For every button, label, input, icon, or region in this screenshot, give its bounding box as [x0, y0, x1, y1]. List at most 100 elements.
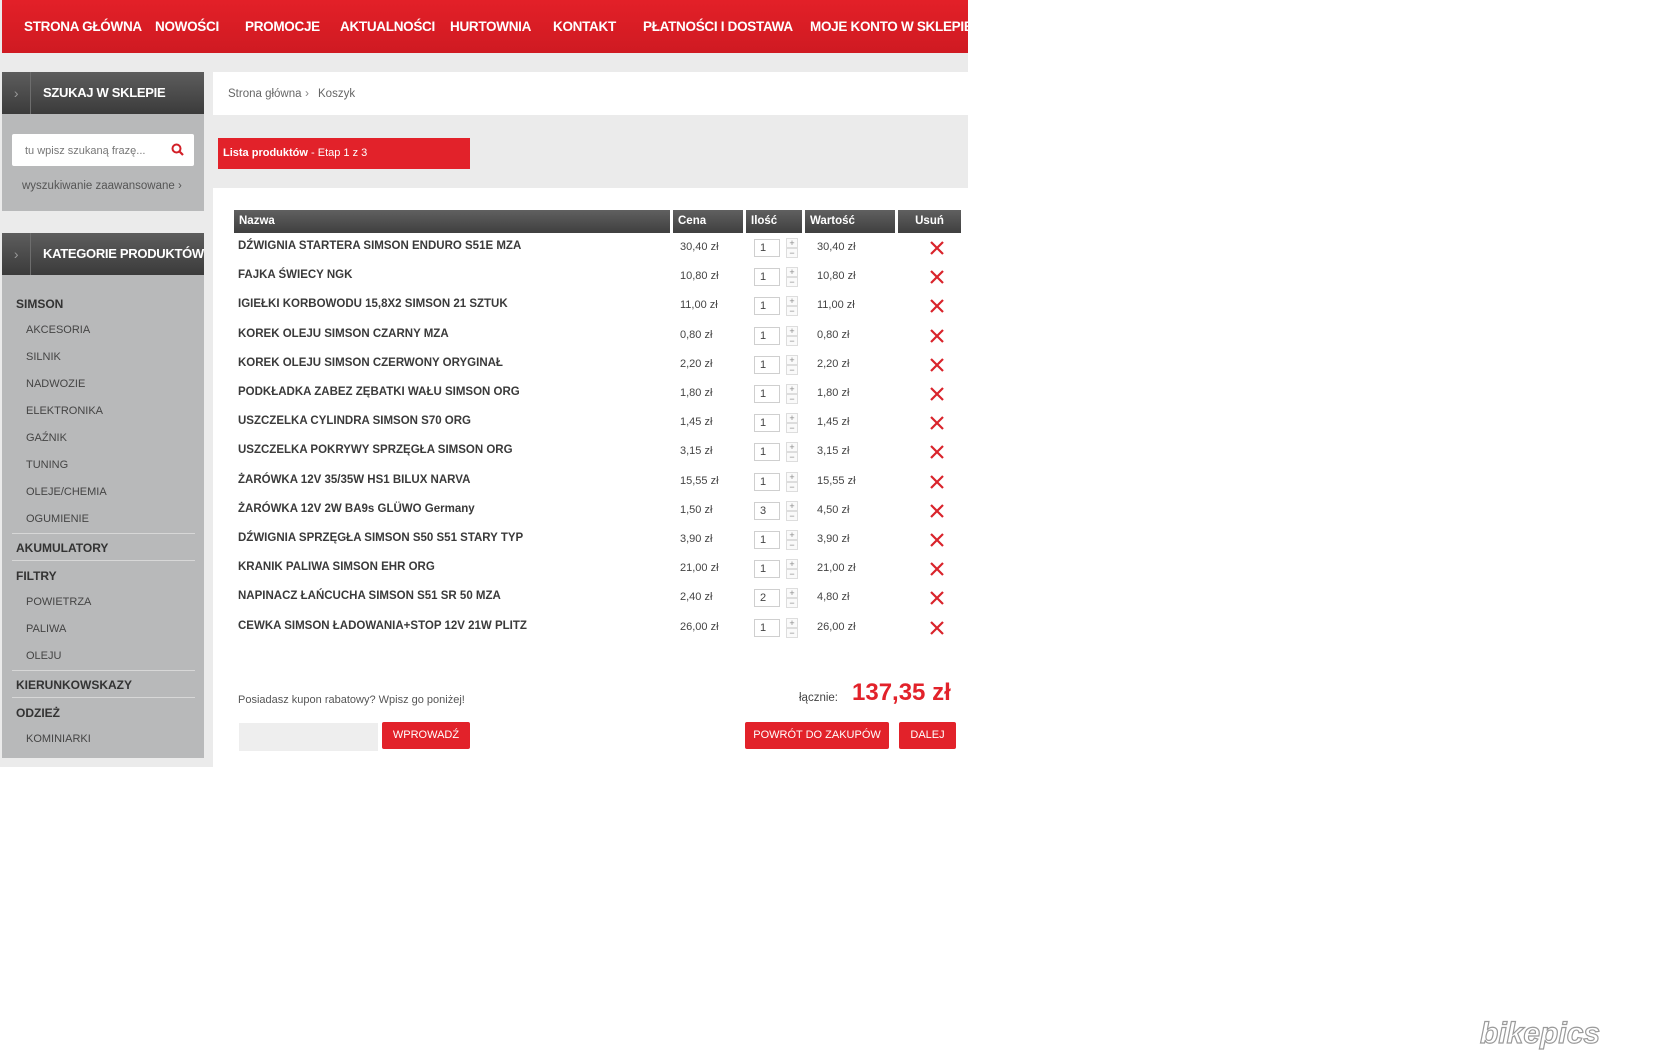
nav-news[interactable]: AKTUALNOŚCI	[340, 0, 435, 53]
quantity-field[interactable]: 3	[754, 502, 780, 520]
quantity-decrease-button[interactable]: −	[786, 423, 798, 433]
quantity-field[interactable]: 1	[754, 531, 780, 549]
subcategory-item[interactable]: GAŹNIK	[26, 432, 67, 444]
quantity-decrease-button[interactable]: −	[786, 394, 798, 404]
quantity-increase-button[interactable]: +	[786, 238, 798, 248]
quantity-decrease-button[interactable]: −	[786, 569, 798, 579]
quantity-field[interactable]: 2	[754, 589, 780, 607]
quantity-field[interactable]: 1	[754, 239, 780, 257]
subcategory-item[interactable]: OGUMIENIE	[26, 513, 89, 525]
remove-item-icon[interactable]	[929, 620, 945, 636]
quantity-field[interactable]: 1	[754, 268, 780, 286]
product-name[interactable]: NAPINACZ ŁAŃCUCHA SIMSON S51 SR 50 MZA	[238, 590, 501, 602]
quantity-decrease-button[interactable]: −	[786, 306, 798, 316]
subcategory-item[interactable]: OLEJU	[26, 650, 61, 662]
product-name[interactable]: KRANIK PALIWA SIMSON EHR ORG	[238, 561, 435, 573]
nav-promotions[interactable]: PROMOCJE	[245, 0, 320, 53]
quantity-decrease-button[interactable]: −	[786, 452, 798, 462]
advanced-search-link[interactable]: wyszukiwanie zaawansowane ›	[22, 180, 182, 192]
product-name[interactable]: IGIEŁKI KORBOWODU 15,8X2 SIMSON 21 SZTUK	[238, 298, 508, 310]
remove-item-icon[interactable]	[929, 386, 945, 402]
quantity-increase-button[interactable]: +	[786, 501, 798, 511]
product-name[interactable]: ŻARÓWKA 12V 35/35W HS1 BILUX NARVA	[238, 474, 470, 486]
back-to-shopping-button[interactable]: POWRÓT DO ZAKUPÓW	[745, 722, 889, 749]
remove-item-icon[interactable]	[929, 474, 945, 490]
coupon-input[interactable]	[239, 723, 378, 751]
nav-my-account[interactable]: MOJE KONTO W SKLEPIE	[810, 0, 968, 53]
remove-item-icon[interactable]	[929, 590, 945, 606]
remove-item-icon[interactable]	[929, 269, 945, 285]
nav-new[interactable]: NOWOŚCI	[155, 0, 219, 53]
quantity-decrease-button[interactable]: −	[786, 482, 798, 492]
nav-contact[interactable]: KONTAKT	[553, 0, 616, 53]
product-name[interactable]: USZCZELKA POKRYWY SPRZĘGŁA SIMSON ORG	[238, 444, 513, 456]
product-name[interactable]: DŹWIGNIA SPRZĘGŁA SIMSON S50 S51 STARY T…	[238, 532, 523, 544]
subcategory-item[interactable]: SILNIK	[26, 351, 61, 363]
remove-item-icon[interactable]	[929, 328, 945, 344]
quantity-field[interactable]: 1	[754, 414, 780, 432]
remove-item-icon[interactable]	[929, 240, 945, 256]
remove-item-icon[interactable]	[929, 415, 945, 431]
quantity-increase-button[interactable]: +	[786, 384, 798, 394]
remove-item-icon[interactable]	[929, 532, 945, 548]
quantity-increase-button[interactable]: +	[786, 326, 798, 336]
quantity-increase-button[interactable]: +	[786, 296, 798, 306]
quantity-increase-button[interactable]: +	[786, 413, 798, 423]
nav-home[interactable]: STRONA GŁÓWNA	[24, 0, 142, 53]
product-name[interactable]: ŻARÓWKA 12V 2W BA9s GLÜWO Germany	[238, 503, 475, 515]
quantity-increase-button[interactable]: +	[786, 530, 798, 540]
quantity-increase-button[interactable]: +	[786, 442, 798, 452]
quantity-decrease-button[interactable]: −	[786, 336, 798, 346]
quantity-field[interactable]: 1	[754, 443, 780, 461]
quantity-increase-button[interactable]: +	[786, 588, 798, 598]
category-filters[interactable]: FILTRY	[16, 569, 57, 583]
quantity-increase-button[interactable]: +	[786, 618, 798, 628]
quantity-increase-button[interactable]: +	[786, 267, 798, 277]
category-batteries[interactable]: AKUMULATORY	[16, 541, 108, 555]
quantity-decrease-button[interactable]: −	[786, 511, 798, 521]
category-indicators[interactable]: KIERUNKOWSKAZY	[16, 678, 132, 692]
quantity-increase-button[interactable]: +	[786, 355, 798, 365]
quantity-decrease-button[interactable]: −	[786, 365, 798, 375]
subcategory-item[interactable]: PALIWA	[26, 623, 66, 635]
next-button[interactable]: DALEJ	[899, 722, 956, 749]
subcategory-item[interactable]: KOMINIARKI	[26, 733, 91, 745]
quantity-field[interactable]: 1	[754, 356, 780, 374]
subcategory-item[interactable]: AKCESORIA	[26, 324, 90, 336]
subcategory-item[interactable]: NADWOZIE	[26, 378, 85, 390]
product-name[interactable]: FAJKA ŚWIECY NGK	[238, 269, 352, 281]
quantity-field[interactable]: 1	[754, 560, 780, 578]
nav-wholesale[interactable]: HURTOWNIA	[450, 0, 531, 53]
subcategory-item[interactable]: TUNING	[26, 459, 68, 471]
apply-coupon-button[interactable]: WPROWADŹ	[382, 722, 470, 749]
quantity-field[interactable]: 1	[754, 385, 780, 403]
product-name[interactable]: KOREK OLEJU SIMSON CZARNY MZA	[238, 328, 449, 340]
remove-item-icon[interactable]	[929, 444, 945, 460]
remove-item-icon[interactable]	[929, 357, 945, 373]
quantity-increase-button[interactable]: +	[786, 559, 798, 569]
category-clothing[interactable]: ODZIEŻ	[16, 706, 60, 720]
subcategory-item[interactable]: ELEKTRONIKA	[26, 405, 103, 417]
product-name[interactable]: PODKŁADKA ZABEZ ZĘBATKI WAŁU SIMSON ORG	[238, 386, 520, 398]
remove-item-icon[interactable]	[929, 298, 945, 314]
quantity-field[interactable]: 1	[754, 297, 780, 315]
quantity-decrease-button[interactable]: −	[786, 277, 798, 287]
nav-payment[interactable]: PŁATNOŚCI I DOSTAWA	[643, 0, 793, 53]
quantity-decrease-button[interactable]: −	[786, 598, 798, 608]
product-name[interactable]: USZCZELKA CYLINDRA SIMSON S70 ORG	[238, 415, 471, 427]
subcategory-item[interactable]: POWIETRZA	[26, 596, 91, 608]
product-name[interactable]: CEWKA SIMSON ŁADOWANIA+STOP 12V 21W PLIT…	[238, 620, 527, 632]
search-icon[interactable]	[170, 142, 186, 158]
product-name[interactable]: DŹWIGNIA STARTERA SIMSON ENDURO S51E MZA	[238, 240, 521, 252]
quantity-field[interactable]: 1	[754, 619, 780, 637]
breadcrumb-home[interactable]: Strona główna	[228, 88, 302, 100]
category-simson[interactable]: SIMSON	[16, 297, 63, 311]
product-name[interactable]: KOREK OLEJU SIMSON CZERWONY ORYGINAŁ	[238, 357, 503, 369]
quantity-decrease-button[interactable]: −	[786, 540, 798, 550]
remove-item-icon[interactable]	[929, 561, 945, 577]
quantity-decrease-button[interactable]: −	[786, 628, 798, 638]
quantity-decrease-button[interactable]: −	[786, 248, 798, 258]
quantity-field[interactable]: 1	[754, 473, 780, 491]
quantity-field[interactable]: 1	[754, 327, 780, 345]
subcategory-item[interactable]: OLEJE/CHEMIA	[26, 486, 107, 498]
